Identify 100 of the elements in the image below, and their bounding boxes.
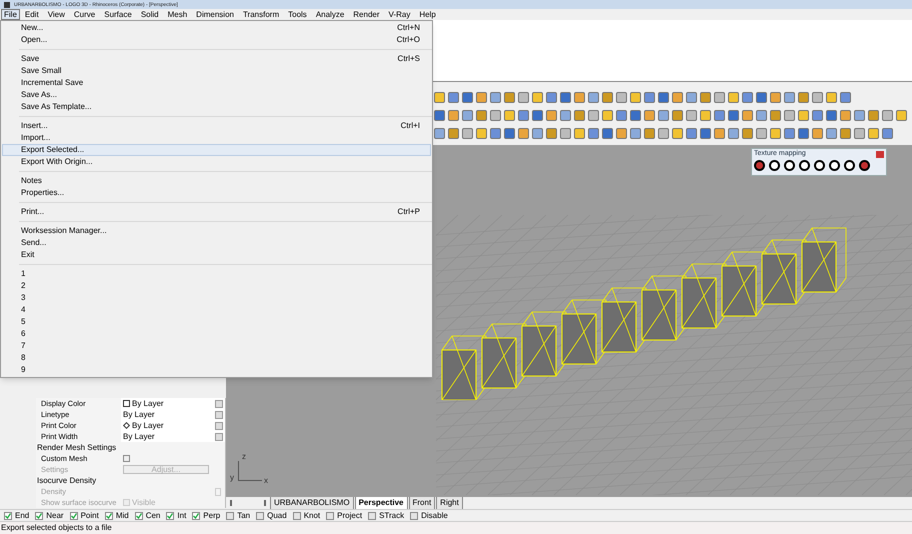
- checkbox[interactable]: [134, 512, 143, 520]
- toolbar-icon[interactable]: [742, 110, 753, 121]
- toolbar-icon[interactable]: [700, 92, 711, 103]
- menu-item[interactable]: Analyze: [312, 9, 348, 20]
- toolbar-icon[interactable]: [868, 128, 879, 139]
- checkbox[interactable]: [326, 512, 334, 520]
- toolbar-icon[interactable]: [574, 110, 585, 121]
- checkbox[interactable]: [368, 512, 376, 520]
- menu-entry[interactable]: Notes: [2, 175, 431, 187]
- menu-item[interactable]: Curve: [70, 9, 100, 20]
- checkbox[interactable]: [123, 455, 130, 462]
- menu-entry[interactable]: 4: [2, 304, 431, 316]
- toolbar-icon[interactable]: [784, 110, 795, 121]
- toolbar-icon[interactable]: [630, 92, 641, 103]
- toolbar-icon[interactable]: [616, 128, 627, 139]
- toolbar-icon[interactable]: [742, 92, 753, 103]
- toolbar-icon[interactable]: [560, 92, 571, 103]
- toolbar-icon[interactable]: [490, 110, 501, 121]
- toolbar-icon[interactable]: [448, 92, 459, 103]
- checkbox[interactable]: [192, 512, 200, 520]
- toolbar-icon[interactable]: [644, 128, 655, 139]
- toolbar-icon[interactable]: [714, 110, 725, 121]
- toolbar-icon[interactable]: [434, 92, 445, 103]
- toolbar-icon[interactable]: [518, 110, 529, 121]
- toolbar-icon[interactable]: [798, 92, 809, 103]
- menu-entry[interactable]: Export Selected...: [2, 144, 431, 156]
- toolbar-icon[interactable]: [840, 110, 851, 121]
- viewport-tab[interactable]: Right: [436, 497, 463, 509]
- toolbar-icon[interactable]: [434, 110, 445, 121]
- viewport-tab[interactable]: Perspective: [354, 497, 408, 509]
- menu-entry[interactable]: Export With Origin...: [2, 156, 431, 168]
- toolbar-icon[interactable]: [644, 110, 655, 121]
- menu-item[interactable]: Render: [349, 9, 384, 20]
- menu-entry[interactable]: 5: [2, 316, 431, 328]
- menu-item[interactable]: View: [44, 9, 69, 20]
- menu-item[interactable]: V-Ray: [384, 9, 414, 20]
- menu-entry[interactable]: Open... Ctrl+O: [2, 34, 431, 46]
- toolbar-icon[interactable]: [462, 110, 473, 121]
- toolbar-icon[interactable]: [546, 92, 557, 103]
- toolbar-icon[interactable]: [728, 110, 739, 121]
- toolbar-icon[interactable]: [756, 110, 767, 121]
- viewport-tab[interactable]: URBANARBOLISMO: [270, 497, 354, 509]
- toolbar-icon[interactable]: [462, 92, 473, 103]
- menu-item[interactable]: Surface: [100, 9, 136, 20]
- toolbar-icon[interactable]: [490, 128, 501, 139]
- menu-entry[interactable]: 6: [2, 328, 431, 340]
- toolbar-icon[interactable]: [840, 92, 851, 103]
- toolbar-icon[interactable]: [504, 110, 515, 121]
- menu-entry[interactable]: 3: [2, 292, 431, 304]
- toolbar-icon[interactable]: [854, 110, 865, 121]
- menu-entry[interactable]: 1: [2, 268, 431, 280]
- toolbar-icon[interactable]: [574, 92, 585, 103]
- toolbar-icon[interactable]: [588, 110, 599, 121]
- menu-entry[interactable]: 7: [2, 340, 431, 352]
- toolbar-icon[interactable]: [686, 110, 697, 121]
- viewport-tab[interactable]: Front: [408, 497, 436, 509]
- toolbar-icon[interactable]: [840, 128, 851, 139]
- toolbar-icon[interactable]: [630, 128, 641, 139]
- toolbar-icon[interactable]: [742, 128, 753, 139]
- toolbar-icon[interactable]: [672, 128, 683, 139]
- toolbar-icon[interactable]: [504, 92, 515, 103]
- menu-entry[interactable]: Incremental Save: [2, 77, 431, 89]
- menu-entry[interactable]: Exit: [2, 249, 431, 261]
- menu-entry[interactable]: Insert... Ctrl+I: [2, 120, 431, 132]
- toolbar-icon[interactable]: [700, 110, 711, 121]
- checkbox[interactable]: [4, 512, 12, 520]
- toolbar-icon[interactable]: [686, 92, 697, 103]
- toolbar-icon[interactable]: [602, 128, 613, 139]
- menu-entry[interactable]: Properties...: [2, 187, 431, 199]
- toolbar-icon[interactable]: [868, 110, 879, 121]
- toolbar-icon[interactable]: [728, 92, 739, 103]
- menu-item[interactable]: Transform: [238, 9, 284, 20]
- toolbar-icon[interactable]: [490, 92, 501, 103]
- dropdown-field[interactable]: By Layer: [121, 431, 225, 442]
- toolbar-icon[interactable]: [602, 92, 613, 103]
- checkbox[interactable]: [35, 512, 44, 520]
- toolbar-icon[interactable]: [714, 128, 725, 139]
- toolbar-icon[interactable]: [476, 110, 487, 121]
- menu-entry[interactable]: Save Small: [2, 65, 431, 77]
- toolbar-icon[interactable]: [812, 92, 823, 103]
- toolbar-icon[interactable]: [770, 128, 781, 139]
- toolbar-icon[interactable]: [630, 110, 641, 121]
- checkbox[interactable]: [226, 512, 234, 520]
- menu-entry[interactable]: 9: [2, 364, 431, 376]
- toolbar-icon[interactable]: [588, 92, 599, 103]
- toolbar-icon[interactable]: [756, 92, 767, 103]
- toolbar-icon[interactable]: [476, 92, 487, 103]
- toolbar-icon[interactable]: [714, 92, 725, 103]
- menu-item[interactable]: Help: [415, 9, 440, 20]
- menu-entry[interactable]: Save As Template...: [2, 101, 431, 113]
- checkbox[interactable]: [166, 512, 174, 520]
- toolbar-icon[interactable]: [658, 92, 669, 103]
- menu-entry[interactable]: 8: [2, 352, 431, 364]
- toolbar-icon[interactable]: [700, 128, 711, 139]
- toolbar-icon[interactable]: [532, 92, 543, 103]
- toolbar-icon[interactable]: [448, 128, 459, 139]
- toolbar-icon[interactable]: [770, 92, 781, 103]
- toolbar-icon[interactable]: [798, 110, 809, 121]
- menu-item[interactable]: Tools: [284, 9, 311, 20]
- toolbar-icon[interactable]: [532, 110, 543, 121]
